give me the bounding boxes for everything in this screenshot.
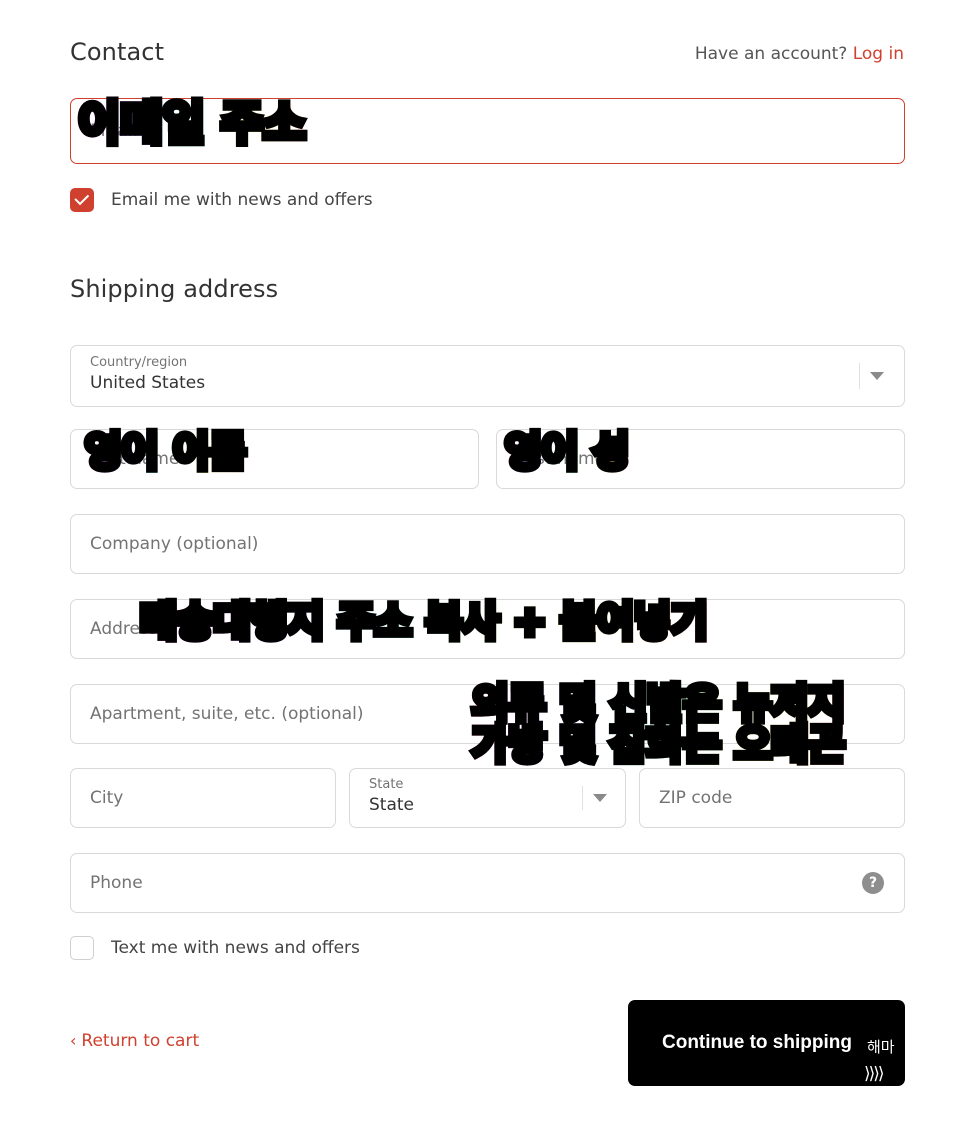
phone-placeholder: Phone	[90, 873, 143, 893]
annotation-shipping-note: 의류 및 신발은 뉴저지 가방 및 잡화는 오레곤	[469, 680, 849, 769]
company-placeholder: Company (optional)	[90, 534, 259, 554]
account-prompt-text: Have an account?	[694, 44, 848, 64]
checkout-page: Contact Have an account? Log in Email 이메…	[0, 0, 966, 1128]
zip-field[interactable]: ZIP code	[639, 768, 905, 828]
chevron-down-icon[interactable]	[870, 372, 884, 380]
annotation-shipping-note-line1: 의류 및 신발은 뉴저지	[469, 680, 849, 728]
annotation-last-name: 영어 성	[501, 428, 632, 476]
chevron-left-icon: ‹	[70, 1031, 77, 1050]
continue-button-extra-text: 해마	[867, 1039, 895, 1056]
phone-field[interactable]: Phone ?	[70, 853, 905, 913]
continue-to-shipping-button[interactable]: Continue to shipping 해마 ⟩⟩⟩⟩	[628, 1000, 905, 1086]
page-title: Contact	[70, 38, 165, 66]
annotation-email: 이메일 주소	[75, 96, 310, 150]
question-mark-icon[interactable]: ?	[862, 872, 884, 894]
check-icon	[73, 190, 89, 206]
email-optin-checkbox[interactable]	[70, 188, 94, 212]
sms-optin-row[interactable]: Text me with news and offers	[70, 936, 360, 960]
return-to-cart-link[interactable]: ‹ Return to cart	[70, 1031, 199, 1051]
sms-optin-label: Text me with news and offers	[111, 938, 360, 958]
zip-placeholder: ZIP code	[659, 788, 733, 808]
apartment-placeholder: Apartment, suite, etc. (optional)	[90, 704, 364, 724]
return-to-cart-label: Return to cart	[81, 1031, 200, 1051]
state-value: State	[369, 795, 414, 815]
city-placeholder: City	[90, 788, 124, 808]
sms-optin-checkbox[interactable]	[70, 936, 94, 960]
state-label: State	[369, 777, 404, 792]
continue-to-shipping-label: Continue to shipping	[662, 1032, 852, 1053]
state-select[interactable]: State State	[349, 768, 626, 828]
account-prompt: Have an account? Log in	[695, 44, 904, 64]
city-field[interactable]: City	[70, 768, 336, 828]
email-optin-row[interactable]: Email me with news and offers	[70, 188, 373, 212]
shipping-address-title: Shipping address	[70, 275, 279, 303]
state-select-divider	[582, 786, 583, 810]
country-region-value: United States	[90, 373, 206, 393]
annotation-shipping-note-line2: 가방 및 잡화는 오레곤	[469, 721, 849, 769]
select-divider	[859, 363, 860, 389]
log-in-link[interactable]: Log in	[853, 44, 904, 64]
annotation-address: 배송대행지 주소 복사 + 붙여넣기	[137, 598, 712, 646]
country-region-label: Country/region	[90, 355, 188, 370]
scribble-arrow-icon: ⟩⟩⟩⟩	[864, 1064, 884, 1084]
annotation-first-name: 영어 이름	[81, 428, 249, 476]
chevron-down-icon[interactable]	[593, 794, 607, 802]
company-field[interactable]: Company (optional)	[70, 514, 905, 574]
country-region-select[interactable]: Country/region United States	[70, 345, 905, 407]
email-optin-label: Email me with news and offers	[111, 190, 373, 210]
